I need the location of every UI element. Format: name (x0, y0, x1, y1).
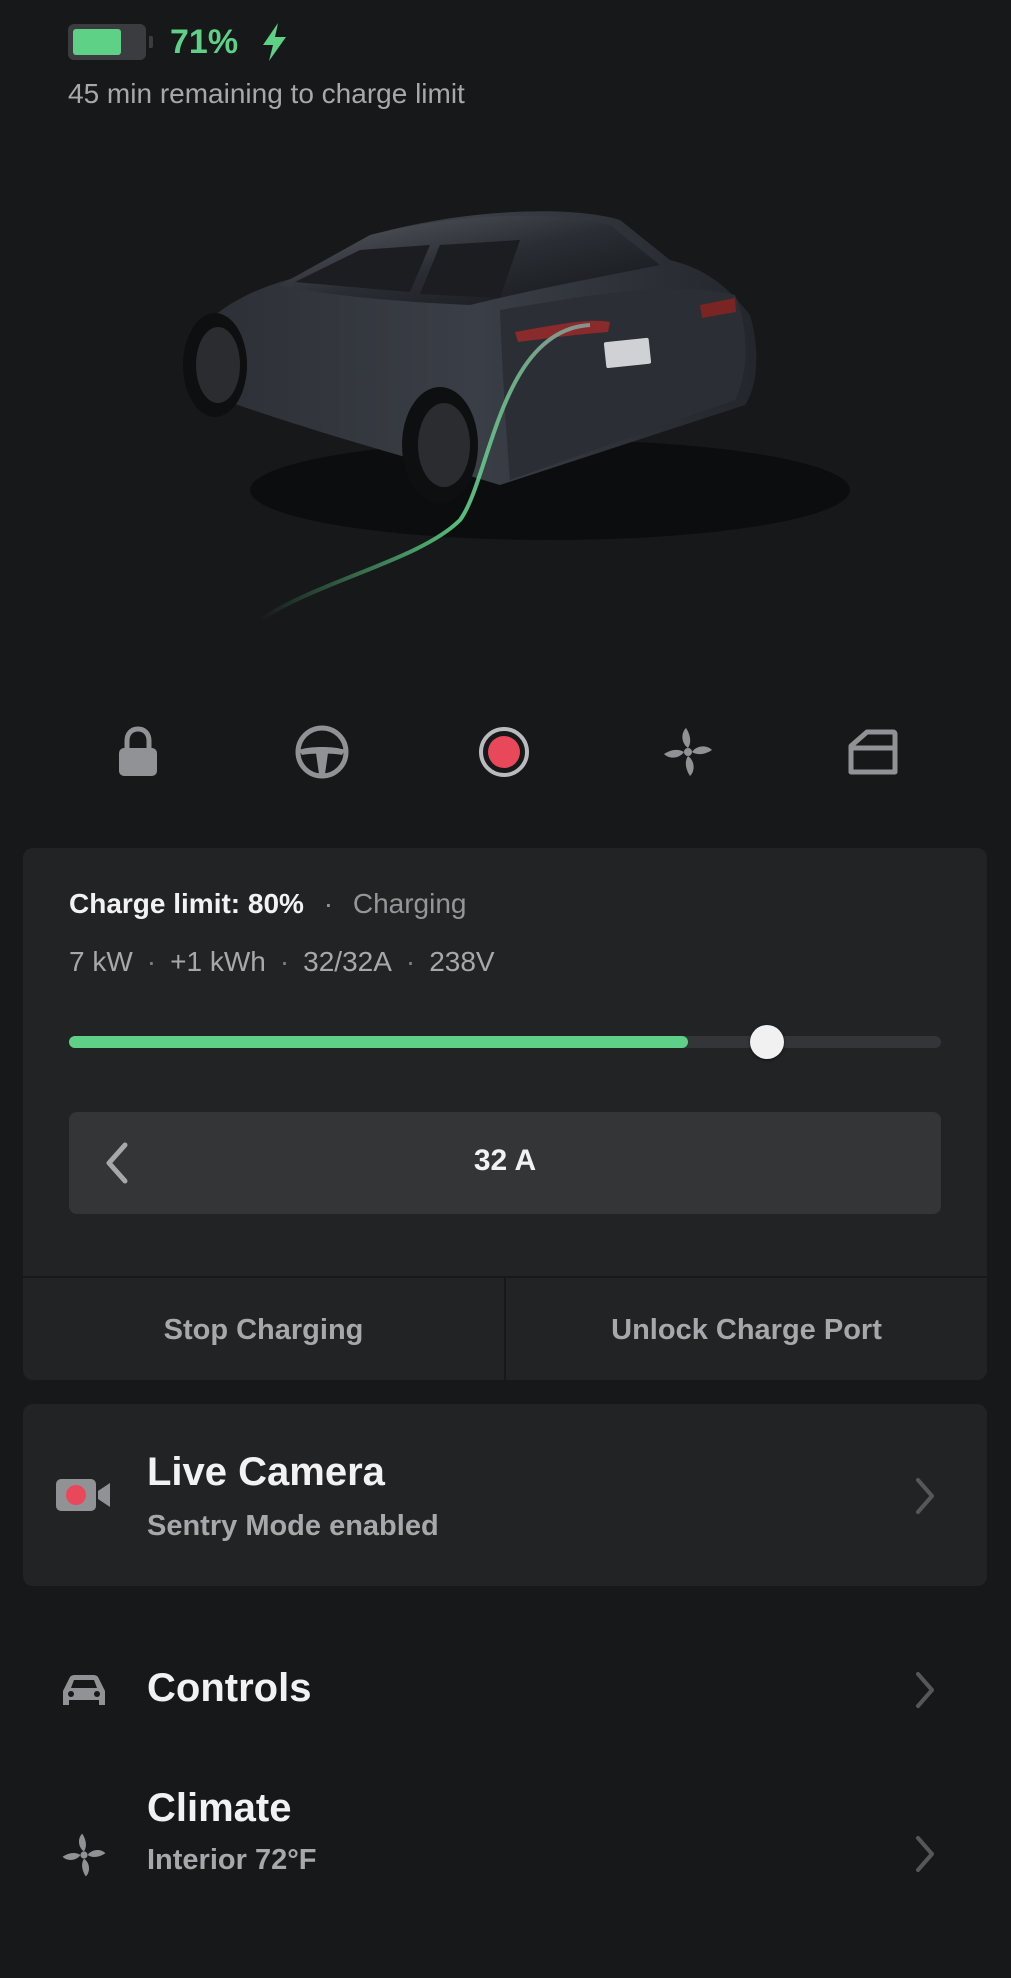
bolt-icon (263, 23, 287, 61)
energy-added: +1 kWh (170, 946, 266, 977)
trunk-button[interactable] (833, 712, 913, 792)
battery-level-fill (73, 29, 122, 55)
separator: · (279, 946, 290, 977)
separator: · (146, 946, 157, 977)
chevron-right-icon (916, 1836, 934, 1872)
interior-temperature: Interior 72°F (147, 1844, 317, 1876)
quick-actions-row (0, 712, 1011, 792)
steering-wheel-button[interactable] (282, 712, 362, 792)
charge-current: 32/32A (303, 946, 392, 977)
climate-button[interactable] (648, 712, 728, 792)
charge-voltage: 238V (429, 946, 495, 977)
stop-charging-button[interactable]: Stop Charging (23, 1278, 504, 1380)
chevron-right-icon (916, 1672, 934, 1708)
climate-title: Climate (147, 1786, 292, 1830)
amperage-value: 32 A (473, 1144, 537, 1177)
app-screen: 71% 45 min remaining to charge limit Cha… (0, 0, 1011, 1978)
separator: · (323, 888, 334, 919)
amperage-stepper: 32 A (69, 1112, 941, 1214)
controls-title: Controls (147, 1666, 312, 1710)
charge-power: 7 kW (69, 946, 133, 977)
fan-icon (664, 728, 712, 776)
climate-row[interactable]: Climate Interior 72°F (0, 1780, 1011, 1930)
battery-status: 71% (68, 20, 288, 64)
car-icon (54, 1665, 114, 1715)
charge-level-fill (69, 1036, 689, 1048)
charging-status: Charging (352, 888, 467, 919)
charging-card: Charge limit: 80% · Charging 7 kW · +1 kWh… (23, 848, 987, 1380)
charge-time-remaining: 45 min remaining to charge limit (68, 78, 465, 109)
charge-stats: 7 kW · +1 kWh · 32/32A · 238V (69, 946, 495, 978)
fan-icon (54, 1830, 114, 1880)
sentry-status: Sentry Mode enabled (147, 1510, 439, 1542)
unlock-charge-port-button[interactable]: Unlock Charge Port (504, 1278, 987, 1380)
live-camera-row[interactable]: Live Camera Sentry Mode enabled (23, 1404, 987, 1586)
battery-icon (68, 24, 153, 60)
lock-button[interactable] (98, 712, 178, 792)
car-image (183, 211, 850, 622)
separator: · (405, 946, 416, 977)
charge-limit-slider-thumb[interactable] (749, 1025, 784, 1059)
steering-wheel-icon (295, 725, 349, 779)
charge-limit-slider[interactable] (69, 1025, 941, 1059)
record-icon (479, 727, 529, 777)
live-camera-title: Live Camera (147, 1450, 385, 1494)
charging-actions: Stop Charging Unlock Charge Port (23, 1276, 987, 1380)
chevron-right-icon (916, 1478, 934, 1514)
charge-summary: Charge limit: 80% · Charging (69, 888, 466, 920)
charge-limit-label: Charge limit: 80% (69, 888, 304, 919)
camera-record-icon (53, 1470, 113, 1520)
battery-percent: 71% (170, 22, 239, 61)
sentry-mode-button[interactable] (464, 712, 544, 792)
frunk-icon (848, 729, 898, 775)
lock-icon (119, 726, 157, 776)
battery-nub (149, 36, 153, 48)
controls-row[interactable]: Controls (0, 1640, 1011, 1740)
